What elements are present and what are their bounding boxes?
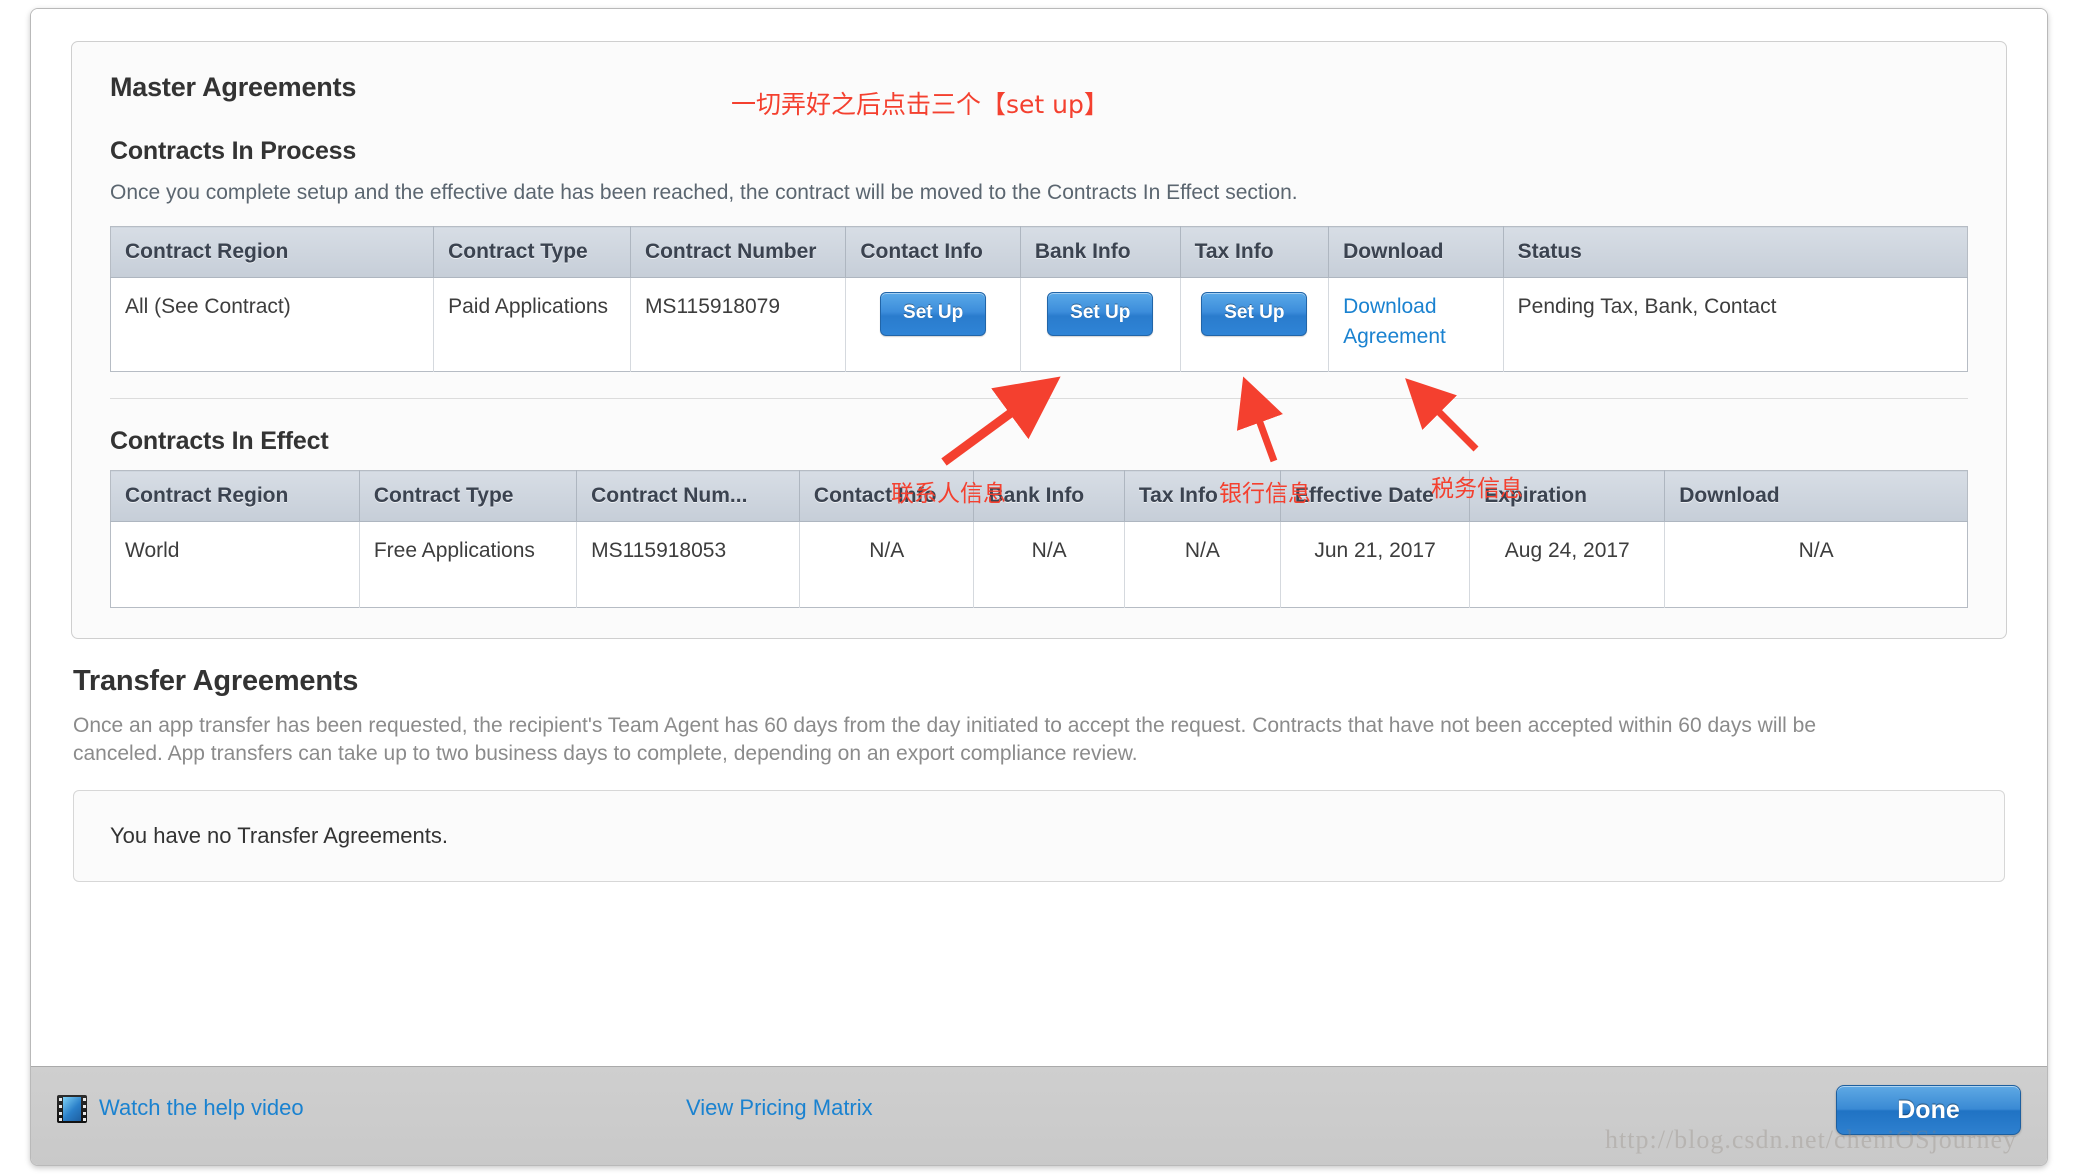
cell-tax-info: N/A: [1124, 521, 1281, 608]
col-tax-info: Tax Info: [1180, 226, 1330, 279]
cell-contract-region: All (See Contract): [110, 277, 435, 372]
content-area: Master Agreements Contracts In Process O…: [31, 9, 2047, 1066]
contracts-in-effect-table: Contract Region Contract Type Contract N…: [110, 470, 1968, 609]
col-contract-region: Contract Region: [110, 226, 435, 279]
table-row: World Free Applications MS115918053 N/A …: [110, 521, 1968, 608]
download-agreement-link[interactable]: Download Agreement: [1343, 295, 1446, 348]
cell-tax-info: Set Up: [1180, 277, 1330, 372]
cell-contract-number: MS115918053: [576, 521, 800, 608]
section-divider: [110, 398, 1968, 400]
col-contract-number: Contract Number: [630, 226, 847, 279]
annotation-tax-info: 税务信息: [1431, 476, 1523, 502]
transfer-agreements-heading: Transfer Agreements: [73, 665, 359, 698]
col-download: Download: [1328, 226, 1504, 279]
cell-contact-info: N/A: [799, 521, 975, 608]
table-row: All (See Contract) Paid Applications MS1…: [110, 277, 1968, 372]
col-contract-type: Contract Type: [433, 226, 631, 279]
annotation-bank-info: 银行信息: [1219, 481, 1311, 507]
cell-status: Pending Tax, Bank, Contact: [1503, 277, 1968, 372]
watermark: http://blog.csdn.net/cheniOSjourney: [1605, 1125, 2017, 1154]
table-header-row: Contract Region Contract Type Contract N…: [110, 470, 1968, 523]
transfer-agreements-empty-message: You have no Transfer Agreements.: [73, 789, 2005, 882]
cell-effective-date: Jun 21, 2017: [1280, 521, 1471, 608]
cell-download: N/A: [1664, 521, 1968, 608]
help-video-icon: [57, 1095, 87, 1123]
col-status: Status: [1503, 226, 1968, 279]
contracts-in-process-heading: Contracts In Process: [110, 137, 357, 165]
cell-download: Download Agreement: [1328, 277, 1504, 372]
contracts-in-effect-heading: Contracts In Effect: [110, 427, 329, 456]
cell-contract-region: World: [110, 521, 360, 608]
transfer-agreements-description: Once an app transfer has been requested,…: [73, 714, 1817, 765]
cell-contract-type: Paid Applications: [433, 277, 631, 372]
cell-contact-info: Set Up: [845, 277, 1021, 372]
cell-bank-info: N/A: [973, 521, 1125, 608]
col-contact-info: Contact Info: [845, 226, 1021, 279]
col-contract-number: Contract Num...: [576, 470, 800, 523]
col-bank-info: Bank Info: [1020, 226, 1181, 279]
cell-contract-type: Free Applications: [359, 521, 578, 608]
bank-info-set-up-button[interactable]: Set Up: [1047, 292, 1154, 337]
cell-contract-number: MS115918079: [630, 277, 847, 372]
table-header-row: Contract Region Contract Type Contract N…: [110, 226, 1968, 279]
app-window: Master Agreements Contracts In Process O…: [30, 8, 2048, 1166]
master-agreements-panel: Master Agreements Contracts In Process O…: [71, 41, 2007, 640]
cell-expiration: Aug 24, 2017: [1469, 521, 1666, 608]
col-contract-region: Contract Region: [110, 470, 360, 523]
contracts-in-process-description: Once you complete setup and the effectiv…: [110, 181, 1298, 204]
col-contract-type: Contract Type: [359, 470, 578, 523]
pricing-matrix-link[interactable]: View Pricing Matrix: [686, 1095, 873, 1121]
tax-info-set-up-button[interactable]: Set Up: [1201, 292, 1308, 337]
col-download: Download: [1664, 470, 1968, 523]
cell-bank-info: Set Up: [1020, 277, 1181, 372]
annotation-top-note: 一切弄好之后点击三个【set up】: [731, 90, 1109, 119]
footer-bar: Watch the help video View Pricing Matrix…: [31, 1066, 2047, 1165]
contact-info-set-up-button[interactable]: Set Up: [880, 292, 987, 337]
help-video-link[interactable]: Watch the help video: [99, 1095, 304, 1121]
annotation-contact-info: 联系人信息: [891, 481, 1006, 507]
contracts-in-process-table: Contract Region Contract Type Contract N…: [110, 226, 1968, 373]
transfer-agreements-section: Transfer Agreements Once an app transfer…: [71, 665, 2007, 882]
